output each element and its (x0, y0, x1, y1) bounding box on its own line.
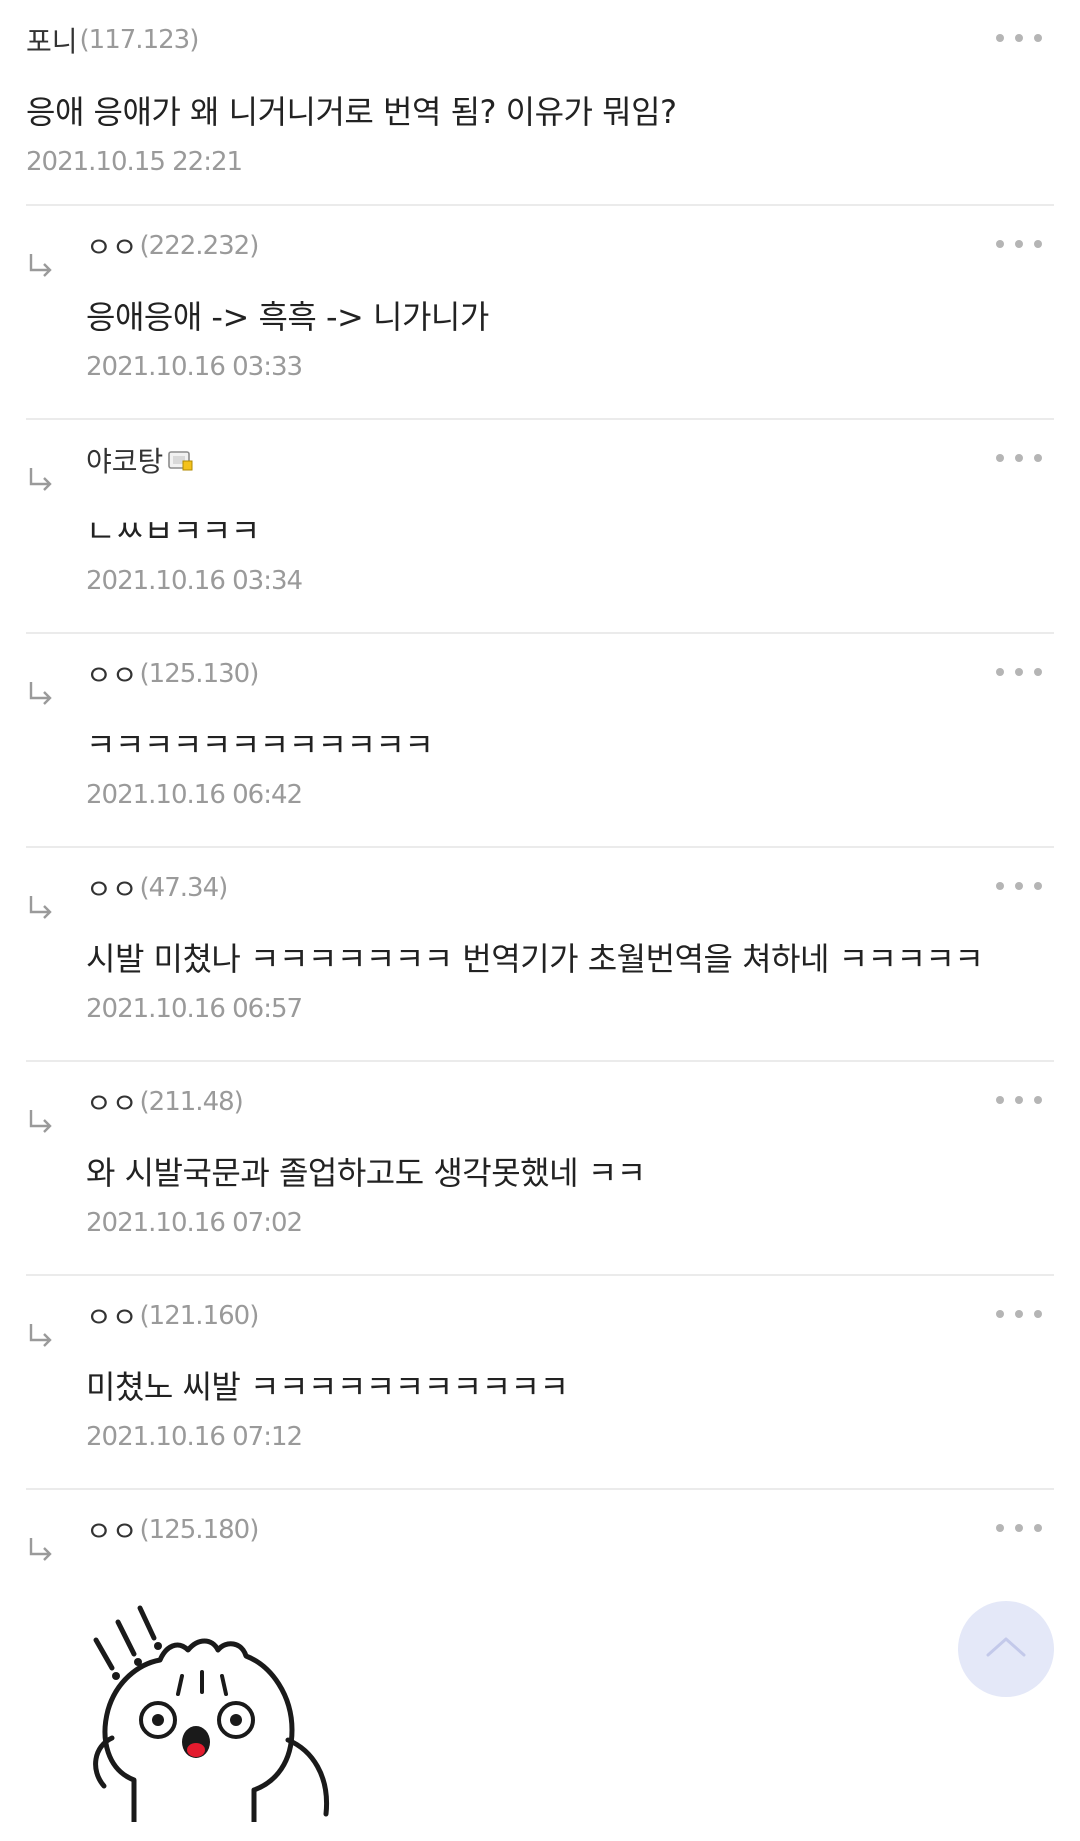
comment-date: 2021.10.15 22:21 (26, 147, 243, 177)
scroll-top-button[interactable] (958, 1601, 1054, 1697)
comment-date: 2021.10.16 06:42 (86, 780, 303, 810)
comment-date: 2021.10.16 07:12 (86, 1422, 303, 1452)
ip-address: (211.48) (139, 1087, 244, 1117)
comment-text: ㄴㅆㅂㅋㅋㅋ (86, 512, 260, 550)
more-options-icon[interactable] (994, 30, 1044, 46)
reply-comment: ㅇㅇ (121.160) 미쳤노 씨발 ㅋㅋㅋㅋㅋㅋㅋㅋㅋㅋㅋ 2021.10.… (26, 1276, 1054, 1490)
comment-date: 2021.10.16 06:57 (86, 994, 303, 1024)
comment-date: 2021.10.16 03:33 (86, 352, 303, 382)
reply-arrow-icon (29, 254, 52, 277)
reply-arrow-icon (29, 682, 52, 705)
reply-comment: 야코탕 ㄴㅆㅂㅋㅋㅋ 2021.10.16 03:34 (26, 420, 1054, 634)
comment-meta: 포니 (117.123) (26, 20, 200, 60)
comment-text: 응애응애 -> 흑흑 -> 니가니가 (86, 298, 489, 336)
more-options-icon[interactable] (994, 236, 1044, 252)
nickname[interactable]: 포니 (26, 20, 78, 60)
reply-arrow-icon (29, 1538, 52, 1561)
reply-comment: ㅇㅇ (125.130) ㅋㅋㅋㅋㅋㅋㅋㅋㅋㅋㅋㅋ 2021.10.16 06:… (26, 634, 1054, 848)
comment-date: 2021.10.16 07:02 (86, 1208, 303, 1238)
nickname[interactable]: ㅇㅇ (86, 1082, 138, 1122)
more-options-icon[interactable] (994, 1092, 1044, 1108)
comment-meta: ㅇㅇ (125.130) (86, 654, 260, 694)
more-options-icon[interactable] (994, 1520, 1044, 1536)
comment-meta: ㅇㅇ (211.48) (86, 1082, 244, 1122)
ip-address: (125.130) (139, 659, 260, 689)
chevron-up-icon (986, 1637, 1026, 1657)
post-comment: 포니 (117.123) 응애 응애가 왜 니거니거로 번역 됨? 이유가 뭐임… (26, 0, 1054, 206)
comment-meta: 야코탕 (86, 440, 195, 480)
nickname[interactable]: ㅇㅇ (86, 654, 138, 694)
more-options-icon[interactable] (994, 450, 1044, 466)
comment-text: 응애 응애가 왜 니거니거로 번역 됨? 이유가 뭐임? (26, 93, 677, 131)
nickname[interactable]: ㅇㅇ (86, 1510, 138, 1550)
reply-arrow-icon (29, 1110, 52, 1133)
ip-address: (222.232) (139, 231, 260, 261)
comment-text: 미쳤노 씨발 ㅋㅋㅋㅋㅋㅋㅋㅋㅋㅋㅋ (86, 1368, 569, 1406)
surprised-dumpling-sticker (93, 1605, 330, 1822)
ip-address: (117.123) (79, 25, 200, 55)
reply-arrow-icon (29, 1324, 52, 1347)
reply-comment: ㅇㅇ (211.48) 와 시발국문과 졸업하고도 생각못했네 ㅋㅋ 2021.… (26, 1062, 1054, 1276)
comment-date: 2021.10.16 03:34 (86, 566, 303, 596)
nickname[interactable]: ㅇㅇ (86, 868, 138, 908)
comment-text: ㅋㅋㅋㅋㅋㅋㅋㅋㅋㅋㅋㅋ (86, 726, 434, 764)
more-options-icon[interactable] (994, 878, 1044, 894)
nickname[interactable]: ㅇㅇ (86, 226, 138, 266)
comment-thread: 포니 (117.123) 응애 응애가 왜 니거니거로 번역 됨? 이유가 뭐임… (26, 0, 1054, 1827)
comment-text: 와 시발국문과 졸업하고도 생각못했네 ㅋㅋ (86, 1154, 646, 1192)
comment-meta: ㅇㅇ (125.180) (86, 1510, 260, 1550)
gallery-manager-icon (168, 451, 193, 471)
more-options-icon[interactable] (994, 664, 1044, 680)
comment-meta: ㅇㅇ (47.34) (86, 868, 229, 908)
nickname[interactable]: ㅇㅇ (86, 1296, 138, 1336)
comment-meta: ㅇㅇ (222.232) (86, 226, 260, 266)
more-options-icon[interactable] (994, 1306, 1044, 1322)
reply-comment: ㅇㅇ (47.34) 시발 미쳤나 ㅋㅋㅋㅋㅋㅋㅋ 번역기가 초월번역을 쳐하네… (26, 848, 1054, 1062)
comment-meta: ㅇㅇ (121.160) (86, 1296, 260, 1336)
comment-text: 시발 미쳤나 ㅋㅋㅋㅋㅋㅋㅋ 번역기가 초월번역을 쳐하네 ㅋㅋㅋㅋㅋ (86, 940, 984, 978)
ip-address: (121.160) (139, 1301, 260, 1331)
reply-comment: ㅇㅇ (125.180) (26, 1490, 1054, 1827)
reply-arrow-icon (29, 896, 52, 919)
reply-comment: ㅇㅇ (222.232) 응애응애 -> 흑흑 -> 니가니가 2021.10.… (26, 206, 1054, 420)
nickname[interactable]: 야코탕 (86, 440, 163, 480)
reply-arrow-icon (29, 468, 52, 491)
ip-address: (47.34) (139, 873, 229, 903)
ip-address: (125.180) (139, 1515, 260, 1545)
